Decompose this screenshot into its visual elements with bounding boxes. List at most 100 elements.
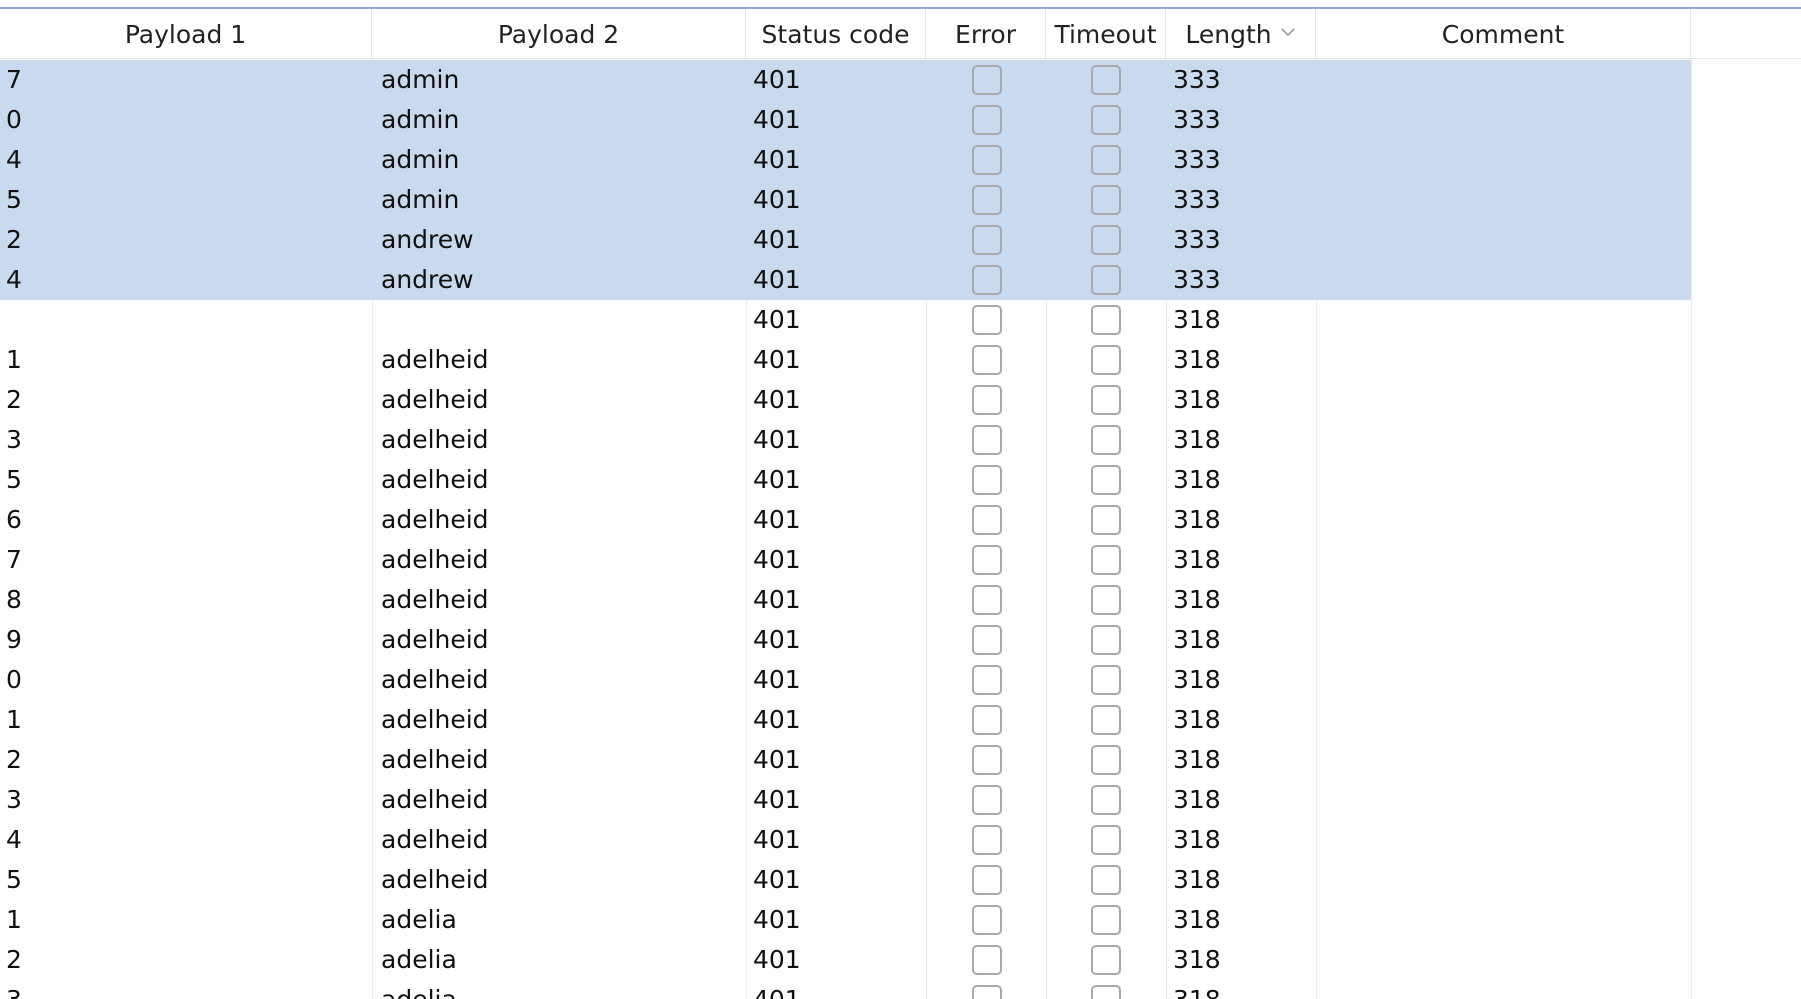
timeout-checkbox[interactable] xyxy=(1091,545,1121,575)
payload-2-cell: adelheid xyxy=(381,385,489,414)
table-row[interactable]: 2 adelheid 401 318 xyxy=(0,380,1801,420)
timeout-checkbox[interactable] xyxy=(1091,105,1121,135)
timeout-checkbox[interactable] xyxy=(1091,385,1121,415)
column-header-label: Length xyxy=(1185,19,1272,49)
error-checkbox[interactable] xyxy=(972,105,1002,135)
error-checkbox[interactable] xyxy=(972,385,1002,415)
timeout-checkbox[interactable] xyxy=(1091,945,1121,975)
timeout-checkbox[interactable] xyxy=(1091,225,1121,255)
timeout-checkbox[interactable] xyxy=(1091,65,1121,95)
table-row[interactable]: 3 adelheid 401 318 xyxy=(0,780,1801,820)
table-row[interactable]: 9 adelheid 401 318 xyxy=(0,620,1801,660)
column-header-error[interactable]: Error xyxy=(926,9,1046,59)
length-cell: 318 xyxy=(1173,665,1221,694)
row-selection-highlight xyxy=(0,60,1691,100)
table-row[interactable]: 5 adelheid 401 318 xyxy=(0,860,1801,900)
error-checkbox[interactable] xyxy=(972,225,1002,255)
table-row[interactable]: 5 admin 401 333 xyxy=(0,180,1801,220)
payload-2-cell: admin xyxy=(381,105,460,134)
payload-1-cell: 2 xyxy=(6,385,22,414)
table-row[interactable]: 6 adelheid 401 318 xyxy=(0,500,1801,540)
timeout-checkbox[interactable] xyxy=(1091,425,1121,455)
table-row[interactable]: 1 adelia 401 318 xyxy=(0,900,1801,940)
column-header-timeout[interactable]: Timeout xyxy=(1046,9,1166,59)
table-row[interactable]: 2 andrew 401 333 xyxy=(0,220,1801,260)
table-row[interactable]: 5 adelheid 401 318 xyxy=(0,460,1801,500)
payload-1-cell: 5 xyxy=(6,185,22,214)
table-row[interactable]: 1 adelheid 401 318 xyxy=(0,700,1801,740)
column-header-status-code[interactable]: Status code xyxy=(746,9,926,59)
timeout-checkbox[interactable] xyxy=(1091,625,1121,655)
error-checkbox[interactable] xyxy=(972,505,1002,535)
length-cell: 318 xyxy=(1173,425,1221,454)
status-code-cell: 401 xyxy=(753,385,801,414)
timeout-checkbox[interactable] xyxy=(1091,865,1121,895)
column-header-comment[interactable]: Comment xyxy=(1316,9,1691,59)
error-checkbox[interactable] xyxy=(972,905,1002,935)
error-checkbox[interactable] xyxy=(972,785,1002,815)
payload-1-cell: 2 xyxy=(6,745,22,774)
error-checkbox[interactable] xyxy=(972,985,1002,999)
timeout-checkbox[interactable] xyxy=(1091,785,1121,815)
column-header-payload-1[interactable]: Payload 1 xyxy=(0,9,372,59)
error-checkbox[interactable] xyxy=(972,705,1002,735)
table-row[interactable]: 4 andrew 401 333 xyxy=(0,260,1801,300)
timeout-checkbox[interactable] xyxy=(1091,985,1121,999)
error-checkbox[interactable] xyxy=(972,825,1002,855)
timeout-checkbox[interactable] xyxy=(1091,825,1121,855)
table-row[interactable]: 7 admin 401 333 xyxy=(0,60,1801,100)
timeout-checkbox[interactable] xyxy=(1091,265,1121,295)
column-header-length[interactable]: Length xyxy=(1166,9,1316,59)
results-table: Payload 1 Payload 2 Status code Error Ti… xyxy=(0,0,1801,999)
timeout-checkbox[interactable] xyxy=(1091,465,1121,495)
error-checkbox[interactable] xyxy=(972,345,1002,375)
payload-1-cell: 5 xyxy=(6,865,22,894)
timeout-checkbox[interactable] xyxy=(1091,905,1121,935)
table-row[interactable]: 4 admin 401 333 xyxy=(0,140,1801,180)
payload-1-cell: 3 xyxy=(6,785,22,814)
timeout-checkbox[interactable] xyxy=(1091,585,1121,615)
status-code-cell: 401 xyxy=(753,265,801,294)
error-checkbox[interactable] xyxy=(972,585,1002,615)
timeout-checkbox[interactable] xyxy=(1091,705,1121,735)
table-row[interactable]: 3 adelheid 401 318 xyxy=(0,420,1801,460)
table-row[interactable]: 7 adelheid 401 318 xyxy=(0,540,1801,580)
timeout-checkbox[interactable] xyxy=(1091,145,1121,175)
error-checkbox[interactable] xyxy=(972,425,1002,455)
error-checkbox[interactable] xyxy=(972,465,1002,495)
error-checkbox[interactable] xyxy=(972,65,1002,95)
table-row[interactable]: 4 adelheid 401 318 xyxy=(0,820,1801,860)
status-code-cell: 401 xyxy=(753,980,801,999)
table-row[interactable]: 2 adelheid 401 318 xyxy=(0,740,1801,780)
length-cell: 318 xyxy=(1173,980,1221,999)
payload-1-cell: 6 xyxy=(6,505,22,534)
payload-2-cell: admin xyxy=(381,185,460,214)
table-row[interactable]: 0 adelheid 401 318 xyxy=(0,660,1801,700)
timeout-checkbox[interactable] xyxy=(1091,185,1121,215)
error-checkbox[interactable] xyxy=(972,865,1002,895)
column-header-payload-2[interactable]: Payload 2 xyxy=(372,9,746,59)
error-checkbox[interactable] xyxy=(972,945,1002,975)
error-checkbox[interactable] xyxy=(972,545,1002,575)
error-checkbox[interactable] xyxy=(972,305,1002,335)
payload-2-cell: andrew xyxy=(381,225,474,254)
error-checkbox[interactable] xyxy=(972,185,1002,215)
table-row[interactable]: 2 adelia 401 318 xyxy=(0,940,1801,980)
length-cell: 318 xyxy=(1173,305,1221,334)
timeout-checkbox[interactable] xyxy=(1091,665,1121,695)
error-checkbox[interactable] xyxy=(972,745,1002,775)
error-checkbox[interactable] xyxy=(972,265,1002,295)
table-row[interactable]: 401 318 xyxy=(0,300,1801,340)
timeout-checkbox[interactable] xyxy=(1091,505,1121,535)
error-checkbox[interactable] xyxy=(972,665,1002,695)
payload-2-cell: admin xyxy=(381,145,460,174)
timeout-checkbox[interactable] xyxy=(1091,345,1121,375)
table-row[interactable]: 0 admin 401 333 xyxy=(0,100,1801,140)
table-row[interactable]: 3 adelia 401 318 xyxy=(0,980,1801,999)
table-row[interactable]: 1 adelheid 401 318 xyxy=(0,340,1801,380)
timeout-checkbox[interactable] xyxy=(1091,745,1121,775)
timeout-checkbox[interactable] xyxy=(1091,305,1121,335)
table-row[interactable]: 8 adelheid 401 318 xyxy=(0,580,1801,620)
error-checkbox[interactable] xyxy=(972,625,1002,655)
error-checkbox[interactable] xyxy=(972,145,1002,175)
